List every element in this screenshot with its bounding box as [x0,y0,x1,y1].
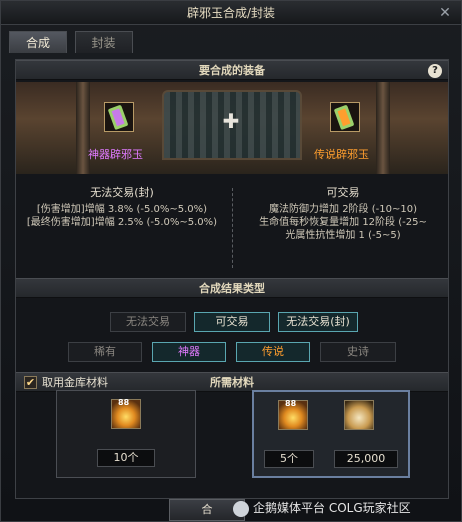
legendary-jade-icon [334,105,354,130]
equipment-banner: ✚ 神器辟邪玉 传说辟邪玉 [16,82,448,174]
right-trade-status: 可交易 [326,186,360,199]
left-item-props: 无法交易(封) [伤害增加]增幅 3.8% (-5.0%~5.0%) [最终伤害… [20,186,224,229]
main-panel: 要合成的装备 ? ✚ 神器辟邪玉 传说辟邪玉 无法交易(封) [伤害增加]增幅 … [15,59,449,499]
result-section-title: 合成结果类型 [199,282,265,295]
trade-option-untradable[interactable]: 无法交易 [110,312,186,332]
right-prop-line: 光属性抗性增加 1 (-5~5) [285,230,401,241]
right-prop-line: 生命值每秒恢复量增加 12阶段 (-25~ [259,217,427,228]
watermark: 企鹅媒体平台 COLG玩家社区 [233,498,411,518]
result-section-header: 合成结果类型 [16,278,448,298]
use-vault-checkbox[interactable]: ✔ [24,376,37,389]
watermark-text: 企鹅媒体平台 COLG玩家社区 [253,501,411,515]
tab-seal[interactable]: 封装 [74,31,133,53]
close-icon[interactable]: ✕ [437,5,453,21]
rarity-option-epic[interactable]: 史诗 [320,342,396,362]
right-prop-line: 魔法防御力增加 2阶段 (-10~10) [269,204,417,215]
materials-section-header: ✔ 取用金库材料 所需材料 [16,372,448,392]
tab-synthesis[interactable]: 合成 [9,31,67,53]
banner-pillar-right [376,82,390,174]
artifact-jade-icon [108,105,128,130]
material-count-b: 5个 [264,450,314,468]
legendary-jade-slot[interactable] [330,102,360,132]
props-divider [232,188,233,268]
window-titlebar[interactable]: 辟邪玉合成/封装 ✕ [1,1,461,25]
right-item-props: 可交易 魔法防御力增加 2阶段 (-10~10) 生命值每秒恢复量增加 12阶段… [238,186,448,242]
material-badge: 88 [285,399,297,408]
left-item-name: 神器辟邪玉 [88,148,143,161]
gold-coin-icon [344,400,374,430]
tab-bar: 合成 封装 [9,31,137,53]
rarity-option-artifact[interactable]: 神器 [152,342,226,362]
material-option-b[interactable]: 88 5个 25,000 [252,390,410,478]
synthesis-window: 辟邪玉合成/封装 ✕ 合成 封装 要合成的装备 ? ✚ 神器辟邪玉 传说辟邪玉 … [0,0,462,522]
right-item-name: 传说辟邪玉 [314,148,369,161]
trade-option-sealed[interactable]: 无法交易(封) [278,312,358,332]
material-option-a[interactable]: 88 10个 [56,390,196,478]
rarity-option-rare[interactable]: 稀有 [68,342,142,362]
platform-logo-icon [233,500,249,517]
materials-section-title: 所需材料 [210,376,254,389]
trade-option-tradable[interactable]: 可交易 [194,312,270,332]
plus-icon: ✚ [222,109,240,133]
equipment-section-header: 要合成的装备 ? [16,60,448,80]
item-properties: 无法交易(封) [伤害增加]增幅 3.8% (-5.0%~5.0%) [最终伤害… [16,178,448,278]
left-prop-line: [最终伤害增加]增幅 2.5% (-5.0%~5.0%) [26,217,218,228]
equipment-section-title: 要合成的装备 [199,64,265,77]
fire-material-icon: 88 [111,398,141,429]
rarity-option-legendary[interactable]: 传说 [236,342,310,362]
material-badge: 88 [118,398,130,407]
window-title: 辟邪玉合成/封装 [186,6,276,20]
material-count-a: 10个 [97,449,155,467]
artifact-jade-slot[interactable] [104,102,134,132]
help-icon[interactable]: ? [428,64,442,78]
left-trade-status: 无法交易(封) [90,186,154,199]
fire-material-icon: 88 [278,399,308,430]
gold-cost: 25,000 [334,450,398,468]
left-prop-line: [伤害增加]增幅 3.8% (-5.0%~5.0%) [36,204,208,215]
